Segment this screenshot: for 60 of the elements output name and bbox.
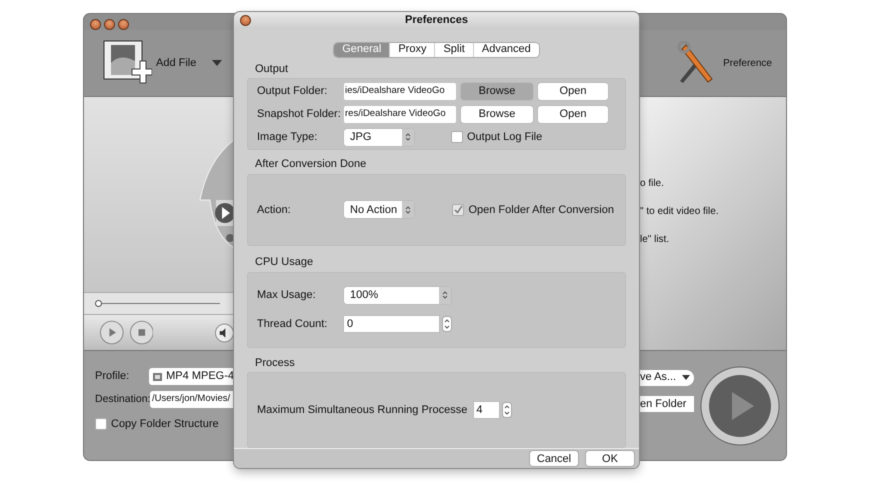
browse-button[interactable]: Browse — [461, 106, 533, 122]
destination-label: Destination: — [95, 392, 150, 407]
action-select[interactable]: No Action — [344, 201, 414, 218]
field-label: Output Folder: — [257, 84, 328, 99]
stepper-arrows-icon[interactable] — [405, 204, 411, 215]
max-usage-select[interactable]: 100% — [344, 286, 451, 304]
video-file-icon — [153, 372, 164, 382]
field-label: Action: — [257, 202, 292, 218]
checkbox-label: Output Log File — [467, 130, 542, 145]
zoom-button[interactable] — [118, 18, 129, 30]
caret-icon — [682, 375, 690, 380]
stepper-arrows-icon[interactable] — [442, 290, 448, 300]
image-type-select[interactable]: JPG — [344, 128, 414, 146]
sheet-title: Preferences — [405, 13, 468, 28]
destination-field[interactable]: /Users/jon/Movies/ — [150, 391, 234, 408]
thread-count-stepper[interactable] — [442, 316, 452, 332]
close-button[interactable] — [240, 14, 251, 26]
checkbox-label: Open Folder After Conversion — [468, 202, 614, 218]
snapshot-folder-field[interactable]: res/iDealshare VideoGo — [344, 106, 456, 122]
profile-field[interactable]: MP4 MPEG-4 — [149, 368, 234, 385]
add-file-label: Add File — [156, 56, 196, 71]
instruction-text: le" list. — [640, 233, 670, 247]
stop-icon[interactable] — [130, 320, 154, 345]
section-title: After Conversion Done — [255, 157, 368, 172]
section-title: CPU Usage — [255, 255, 314, 270]
browse-button[interactable]: Browse — [461, 82, 533, 100]
dropdown-caret-icon[interactable] — [212, 60, 222, 66]
cancel-button[interactable]: Cancel — [530, 451, 578, 466]
checkbox[interactable] — [95, 418, 107, 430]
field-label: Snapshot Folder: — [257, 106, 339, 122]
stepper-arrows-icon[interactable] — [405, 132, 411, 142]
profile-label: Profile: — [95, 369, 130, 384]
copy-folder-structure-label: Copy Folder Structure — [111, 417, 219, 432]
seek-thumb[interactable] — [95, 300, 102, 307]
save-as-button[interactable]: ve As... — [638, 370, 694, 386]
minimize-button[interactable] — [104, 18, 115, 30]
volume-icon[interactable] — [215, 322, 234, 342]
field-label: Thread Count: — [257, 316, 328, 332]
process-count-stepper[interactable] — [502, 402, 512, 418]
output-folder-field[interactable]: ies/iDealshare VideoGo — [344, 82, 456, 100]
process-count-field[interactable]: 4 — [474, 402, 500, 418]
field-label: Maximum Simultaneous Running Processe — [257, 403, 468, 418]
field-label: Image Type: — [257, 130, 318, 145]
close-button[interactable] — [90, 18, 101, 30]
checkbox[interactable] — [452, 204, 464, 216]
section-title: Process — [255, 356, 296, 371]
open-button[interactable]: Open — [538, 106, 608, 122]
field-label: Max Usage: — [257, 288, 317, 304]
play-icon[interactable] — [100, 320, 124, 345]
instruction-text: o file. — [640, 177, 665, 191]
section-title: Output — [255, 62, 290, 76]
open-button[interactable]: Open — [538, 82, 608, 100]
instruction-text: " to edit video file. — [640, 205, 720, 219]
ok-button[interactable]: OK — [586, 451, 634, 466]
thread-count-field[interactable]: 0 — [344, 316, 439, 332]
checkbox[interactable] — [451, 131, 463, 143]
convert-button[interactable] — [700, 366, 780, 446]
open-folder-button[interactable]: en Folder — [638, 396, 694, 412]
preference-label: Preference — [723, 56, 772, 70]
tab[interactable]: Advanced — [472, 42, 539, 56]
